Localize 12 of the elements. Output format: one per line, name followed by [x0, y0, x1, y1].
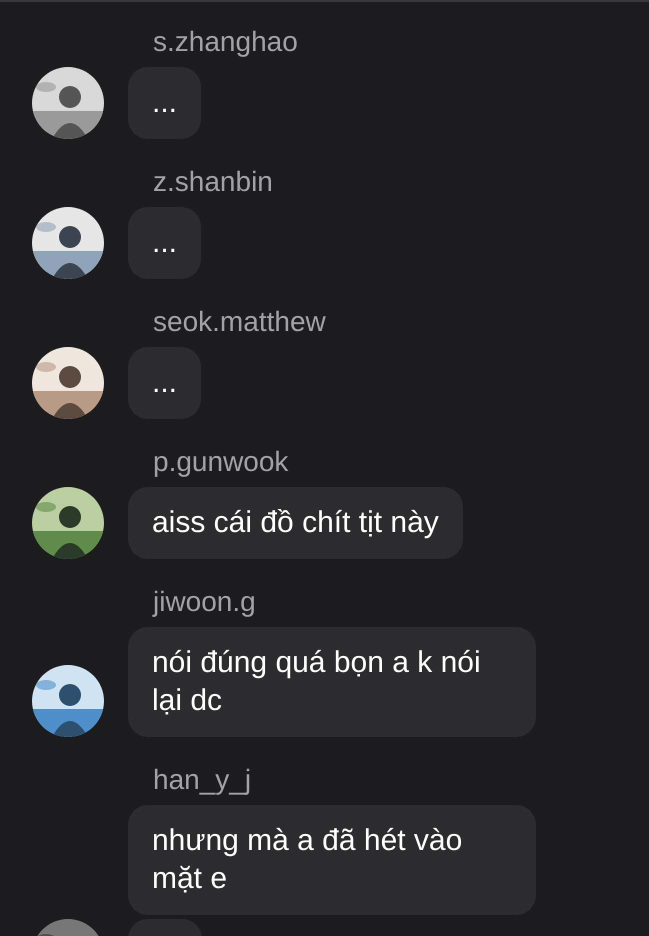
username: jiwoon.g: [153, 588, 256, 616]
message-bubble: ...: [128, 347, 202, 419]
username: han_y_j: [153, 766, 252, 794]
message-bubble: ...: [128, 207, 202, 279]
message-bubble: aiss cái đồ chít tịt này: [128, 487, 463, 559]
message-bubble: nhưng mà a đã hét vào mặt e: [128, 805, 536, 915]
username: seok.matthew: [153, 308, 326, 336]
username: p.gunwook: [153, 448, 288, 476]
username: z.shanbin: [153, 168, 273, 196]
message-bubble: ...: [128, 67, 202, 139]
username: s.zhanghao: [153, 28, 298, 56]
message-bubble: nói đúng quá bọn a k nói lại dc: [128, 627, 536, 737]
